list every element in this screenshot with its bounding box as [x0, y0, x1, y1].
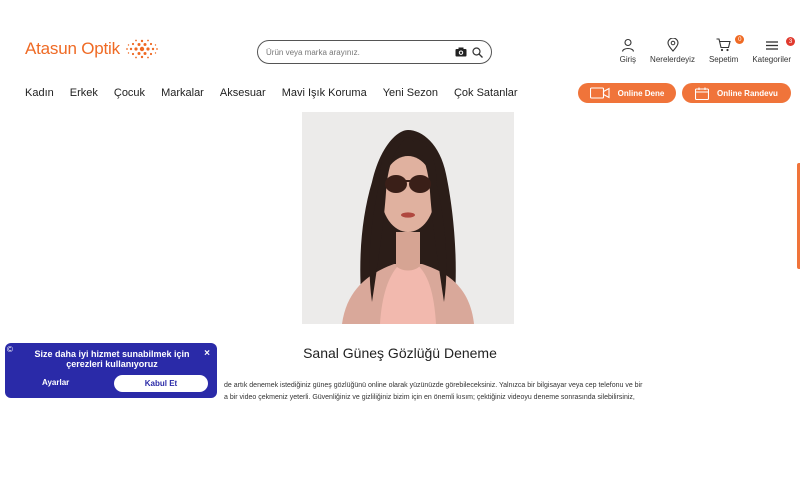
online-appointment-button[interactable]: Online Randevu [682, 83, 791, 103]
cart-icon [716, 38, 731, 52]
nav-item-cok-satanlar[interactable]: Çok Satanlar [454, 87, 518, 99]
topnav-cart[interactable]: 0 Sepetim [708, 35, 745, 64]
description-text: de artık denemek istediğiniz güneş gözlü… [137, 380, 697, 404]
cart-count-badge: 0 [735, 35, 745, 44]
location-pin-icon [666, 38, 679, 52]
online-appointment-label: Online Randevu [717, 88, 778, 98]
cookie-banner: © Size daha iyi hizmet sunabilmek için ç… [5, 343, 217, 398]
model-sunglasses-illustration [302, 112, 514, 324]
nav-item-yeni-sezon[interactable]: Yeni Sezon [383, 87, 438, 99]
topnav-label: Nerelerdeyiz [650, 55, 695, 64]
search-input[interactable] [266, 47, 455, 57]
brand-name: Atasun Optik [25, 39, 120, 58]
cookie-accept-button[interactable]: Kabul Et [114, 375, 208, 392]
topnav-stores[interactable]: Nerelerdeyiz [650, 38, 695, 64]
main-nav: Kadın Erkek Çocuk Markalar Aksesuar Mavi… [25, 87, 534, 99]
topnav-label: Sepetim [708, 55, 739, 64]
calendar-icon [695, 87, 710, 100]
description-line-1: de artık denemek istediğiniz güneş gözlü… [224, 382, 643, 389]
online-try-label: Online Dene [617, 88, 665, 98]
categories-count-badge: 3 [786, 37, 795, 46]
user-icon [621, 38, 634, 52]
cookie-message: Size daha iyi hizmet sunabilmek için çer… [34, 349, 190, 369]
search-icon[interactable] [472, 46, 483, 58]
menu-icon [765, 41, 778, 50]
description-line-2: a bir video çekmeniz yeterli. Güvenliğin… [224, 394, 635, 401]
brand-logo[interactable]: Atasun Optik [25, 38, 160, 60]
nav-item-markalar[interactable]: Markalar [161, 87, 204, 99]
nav-item-cocuk[interactable]: Çocuk [114, 87, 145, 99]
cookie-settings-button[interactable]: Ayarlar [42, 378, 69, 387]
topnav-login[interactable]: Giriş [620, 38, 636, 64]
topnav-label: Giriş [619, 55, 637, 64]
hero-image [302, 112, 514, 324]
nav-item-erkek[interactable]: Erkek [70, 87, 98, 99]
close-icon[interactable]: × [204, 348, 210, 359]
search-bar[interactable] [257, 40, 492, 64]
cookie-icon: © [7, 345, 13, 354]
camera-icon[interactable] [455, 47, 467, 57]
top-nav: Giriş Nerelerdeyiz 0 Sepetim 3 Kategoril… [606, 35, 795, 64]
page: Atasun Optik Ürün veya marka arayınız. G… [0, 0, 800, 480]
online-try-button[interactable]: Online Dene [578, 83, 676, 103]
nav-item-kadin[interactable]: Kadın [25, 87, 54, 99]
nav-item-mavi-isik[interactable]: Mavi Işık Koruma [282, 87, 367, 99]
logo-mark-icon [126, 39, 158, 59]
video-camera-icon [589, 87, 610, 99]
topnav-label: Kategoriler [752, 55, 791, 64]
nav-item-aksesuar[interactable]: Aksesuar [220, 87, 266, 99]
topnav-categories[interactable]: 3 Kategoriler [752, 37, 795, 64]
